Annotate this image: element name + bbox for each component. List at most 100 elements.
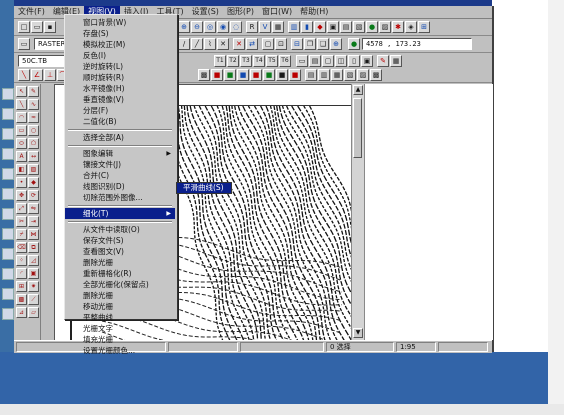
display-tool-icon[interactable]: ▨ bbox=[379, 21, 391, 33]
fill-tool-icon[interactable]: ▥ bbox=[288, 21, 300, 33]
dropdown-item[interactable]: 镶接文件(J) bbox=[65, 159, 175, 170]
select-plus-icon[interactable]: ⊡ bbox=[275, 38, 287, 50]
tool-t4-button[interactable]: T4 bbox=[253, 55, 265, 67]
menu-graphics[interactable]: 图形(P) bbox=[223, 6, 258, 18]
tool-scale-icon[interactable]: ⤢ bbox=[16, 203, 27, 214]
dropdown-item[interactable]: 分层(F) bbox=[65, 105, 175, 116]
globe-coords-icon[interactable]: ● bbox=[348, 38, 360, 50]
zoom-in-icon[interactable]: ⊕ bbox=[178, 21, 190, 33]
layer4-tool-icon[interactable]: ▧ bbox=[344, 69, 356, 81]
menu-file[interactable]: 文件(F) bbox=[14, 6, 49, 18]
color-red3-icon[interactable]: ■ bbox=[289, 69, 301, 81]
vector-mode-icon[interactable]: V bbox=[259, 21, 271, 33]
pin-tool-icon[interactable]: ✎ bbox=[377, 55, 389, 67]
table-tool-icon[interactable]: ▤ bbox=[309, 55, 321, 67]
tool-measure-icon[interactable]: ⊿ bbox=[16, 307, 27, 318]
tool-insert-icon[interactable]: ⊞ bbox=[16, 281, 27, 292]
layer-icon[interactable]: ▭ bbox=[18, 38, 30, 50]
desktop-icon[interactable] bbox=[2, 168, 14, 180]
dropdown-item[interactable]: 删除光栅 bbox=[65, 290, 175, 301]
bar-tool-icon[interactable]: ▮ bbox=[301, 21, 313, 33]
dropdown-item[interactable]: 移动光栅 bbox=[65, 301, 175, 312]
shape-tool-icon[interactable]: ◆ bbox=[314, 21, 326, 33]
dropdown-item[interactable]: 查看图文(V) bbox=[65, 246, 175, 257]
color-palette-icon[interactable]: ▩ bbox=[198, 69, 210, 81]
status-scroll[interactable] bbox=[168, 342, 238, 352]
connect-tool-icon[interactable]: ⇄ bbox=[246, 38, 258, 50]
desktop-icon[interactable] bbox=[2, 128, 14, 140]
tool-rotate-icon[interactable]: ⟳ bbox=[28, 190, 39, 201]
node-tool-icon[interactable]: ◈ bbox=[405, 21, 417, 33]
copy-tool-icon[interactable]: ❐ bbox=[304, 38, 316, 50]
tool-t6-button[interactable]: T6 bbox=[279, 55, 291, 67]
dropdown-item[interactable]: 从文件中读取(O) bbox=[65, 224, 175, 235]
submenu-smooth-curve[interactable]: 平滑曲线(S) bbox=[176, 182, 232, 194]
tool-fillet-icon[interactable]: ◜ bbox=[16, 268, 27, 279]
desktop-icon[interactable] bbox=[2, 208, 14, 220]
tool-dim-icon[interactable]: ↔ bbox=[28, 151, 39, 162]
tool-lasso-icon[interactable]: ✎ bbox=[28, 86, 39, 97]
dropdown-item[interactable]: 光栅文字 bbox=[65, 323, 175, 334]
tool-t1-button[interactable]: T1 bbox=[214, 55, 226, 67]
desktop-icon[interactable] bbox=[2, 288, 14, 300]
menu-settings[interactable]: 设置(S) bbox=[188, 6, 223, 18]
dropdown-item[interactable]: 平整曲线 bbox=[65, 312, 175, 323]
new-file-icon[interactable]: □ bbox=[18, 21, 30, 33]
draw-line-icon[interactable]: ╲ bbox=[18, 69, 30, 81]
window-tool-icon[interactable]: ▣ bbox=[327, 21, 339, 33]
dropdown-item[interactable]: 合并(C) bbox=[65, 170, 175, 181]
color-gray-icon[interactable]: ■ bbox=[276, 69, 288, 81]
group-tool-icon[interactable]: ▣ bbox=[361, 55, 373, 67]
layout-tool-icon[interactable]: ▤ bbox=[340, 21, 352, 33]
polyline-tool-icon[interactable]: ⌇ bbox=[204, 38, 216, 50]
tool-fill-icon[interactable]: ◧ bbox=[16, 164, 27, 175]
dropdown-item[interactable]: 存盘(S) bbox=[65, 28, 175, 39]
tool-t3-button[interactable]: T3 bbox=[240, 55, 252, 67]
dropdown-item[interactable]: 切除范围外图像... bbox=[65, 192, 175, 203]
vertical-scrollbar[interactable]: ▲ ▼ bbox=[351, 84, 364, 340]
menu-window[interactable]: 窗口(W) bbox=[258, 6, 296, 18]
text-tool-icon[interactable]: ▭ bbox=[296, 55, 308, 67]
tool-trim-icon[interactable]: ✂ bbox=[16, 216, 27, 227]
desktop-icon[interactable] bbox=[2, 228, 14, 240]
dropdown-item[interactable]: 水平镜像(H) bbox=[65, 83, 175, 94]
scroll-up-icon[interactable]: ▲ bbox=[353, 85, 363, 95]
zoom-out-icon[interactable]: ⊖ bbox=[191, 21, 203, 33]
mark-tool-icon[interactable]: ✱ bbox=[392, 21, 404, 33]
dropdown-item[interactable]: 选择全部(A) bbox=[65, 132, 175, 143]
desktop-icon[interactable] bbox=[2, 248, 14, 260]
dropdown-item[interactable]: 顺时旋转(R) bbox=[65, 72, 175, 83]
tool-offset-icon[interactable]: ⧉ bbox=[28, 242, 39, 253]
layer5-tool-icon[interactable]: ▨ bbox=[357, 69, 369, 81]
tool-spline-icon[interactable]: ≈ bbox=[28, 112, 39, 123]
desktop-icon[interactable] bbox=[2, 108, 14, 120]
scroll-thumb[interactable] bbox=[353, 98, 362, 158]
tool-polygon-icon[interactable]: ⬠ bbox=[28, 138, 39, 149]
delete-tool-icon[interactable]: ✕ bbox=[217, 38, 229, 50]
align-tool-icon[interactable]: ▯ bbox=[348, 55, 360, 67]
menu-help[interactable]: 帮助(H) bbox=[296, 6, 332, 18]
tool-text-icon[interactable]: A bbox=[16, 151, 27, 162]
layer2-tool-icon[interactable]: ▥ bbox=[318, 69, 330, 81]
dropdown-item[interactable]: 逆时旋转(L) bbox=[65, 61, 175, 72]
color-blue-icon[interactable]: ■ bbox=[237, 69, 249, 81]
tool-rect-icon[interactable]: ▭ bbox=[16, 125, 27, 136]
raster-mode-icon[interactable]: R bbox=[246, 21, 258, 33]
dropdown-item[interactable]: 细化(T) ▶ bbox=[65, 208, 175, 219]
tool-point-icon[interactable]: • bbox=[16, 177, 27, 188]
tool-block-icon[interactable]: ▣ bbox=[28, 268, 39, 279]
tool-raster-icon[interactable]: ▩ bbox=[16, 294, 27, 305]
dropdown-item[interactable]: 保存文件(S) bbox=[65, 235, 175, 246]
dropdown-item[interactable]: 图象编辑 ▶ bbox=[65, 148, 175, 159]
tool-circle-icon[interactable]: ○ bbox=[28, 125, 39, 136]
tool-chamfer-icon[interactable]: ◿ bbox=[28, 255, 39, 266]
layer3-tool-icon[interactable]: ▦ bbox=[331, 69, 343, 81]
grid2-tool-icon[interactable]: ▦ bbox=[390, 55, 402, 67]
pen-tool-icon[interactable]: / bbox=[178, 38, 190, 50]
tool-t5-button[interactable]: T5 bbox=[266, 55, 278, 67]
dropdown-item[interactable]: 反色(I) bbox=[65, 50, 175, 61]
draw-perp-icon[interactable]: ⊥ bbox=[44, 69, 56, 81]
dropdown-item[interactable]: 垂直镜像(V) bbox=[65, 94, 175, 105]
dropdown-item[interactable]: 二值化(B) bbox=[65, 116, 175, 127]
panel-tool-icon[interactable]: ▧ bbox=[353, 21, 365, 33]
